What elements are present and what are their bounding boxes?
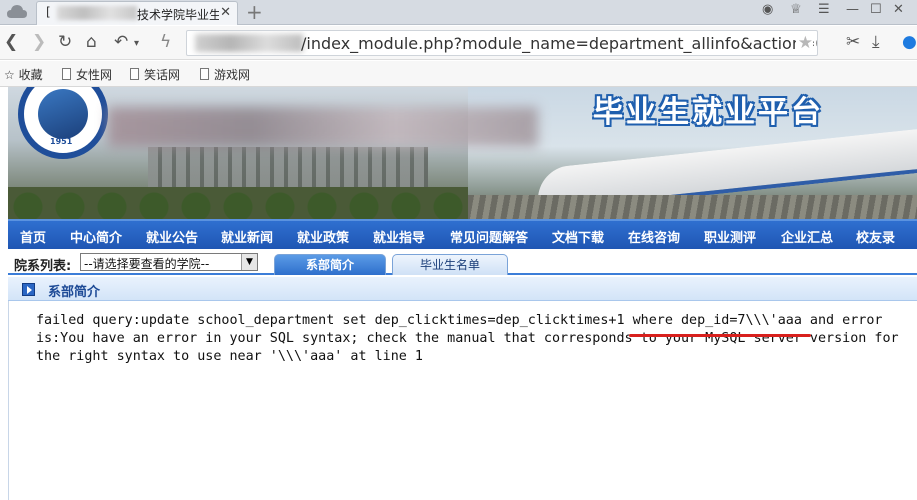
- maximize-icon[interactable]: ☐: [870, 2, 882, 17]
- content-panel: failed query:update school_department se…: [8, 301, 917, 500]
- lightning-icon[interactable]: ϟ: [160, 32, 171, 52]
- menu-icon[interactable]: ☰: [818, 2, 830, 17]
- tab-title-redacted: [57, 6, 137, 20]
- error-line: the right syntax to use near '\\\'aaa' a…: [36, 349, 423, 364]
- star-outline-icon: ☆: [4, 68, 19, 82]
- reload-icon[interactable]: ↻: [58, 32, 72, 52]
- menu-item-career-test[interactable]: 职业测评: [704, 227, 756, 246]
- browser-tab[interactable]: [ 技术学院毕业生 ✕: [36, 1, 238, 25]
- menu-item-news[interactable]: 就业新闻: [221, 227, 273, 246]
- department-select-value: --请选择要查看的学院--: [84, 257, 210, 271]
- menu-item-announcements[interactable]: 就业公告: [146, 227, 198, 246]
- tab-department-intro[interactable]: 系部简介: [274, 254, 386, 275]
- shirt-icon[interactable]: ♕: [790, 2, 802, 17]
- undo-icon[interactable]: ↶: [114, 32, 128, 52]
- menu-item-downloads[interactable]: 文档下载: [552, 227, 604, 246]
- bookmark-item[interactable]: 女性网: [62, 66, 112, 83]
- extension-icon[interactable]: ●: [902, 32, 917, 52]
- bookmark-label: 女性网: [76, 68, 113, 82]
- bookmark-item[interactable]: 游戏网: [200, 66, 250, 83]
- department-select[interactable]: --请选择要查看的学院-- ▼: [80, 253, 258, 271]
- close-window-icon[interactable]: ✕: [893, 2, 904, 17]
- tab-title: 技术学院毕业生: [137, 8, 219, 22]
- browser-tab-strip: [ 技术学院毕业生 ✕ + ◉ ♕ ☰ — ☐ ✕: [0, 0, 917, 25]
- header-banner: 1951 毕业生就业平台: [8, 87, 917, 219]
- home-icon[interactable]: ⌂: [86, 32, 97, 52]
- menu-item-faq[interactable]: 常见问题解答: [450, 227, 528, 246]
- menu-item-home[interactable]: 首页: [20, 227, 46, 246]
- address-bar[interactable]: /index_module.php?module_name=department…: [186, 30, 818, 56]
- minimize-icon[interactable]: —: [846, 2, 859, 17]
- menu-item-online-consult[interactable]: 在线咨询: [628, 227, 680, 246]
- platform-title: 毕业生就业平台: [593, 95, 824, 130]
- department-label: 院系列表:: [14, 259, 72, 274]
- menu-item-companies[interactable]: 企业汇总: [781, 227, 833, 246]
- back-icon[interactable]: ❮: [4, 32, 18, 52]
- page-icon: [62, 68, 71, 80]
- menu-item-center-intro[interactable]: 中心简介: [70, 227, 122, 246]
- tab-bracket: [: [46, 5, 51, 19]
- trees-image: [8, 187, 468, 219]
- main-menu: 首页 中心简介 就业公告 就业新闻 就业政策 就业指导 常见问题解答 文档下载 …: [8, 219, 917, 249]
- section-title: 系部简介: [48, 285, 101, 300]
- bookmark-item[interactable]: 笑话网: [130, 66, 180, 83]
- forward-icon[interactable]: ❯: [32, 32, 46, 52]
- bookmark-label: 笑话网: [144, 68, 181, 82]
- star-icon[interactable]: ★: [795, 33, 813, 53]
- section-header: 系部简介: [8, 277, 917, 301]
- tab-graduate-list[interactable]: 毕业生名单: [392, 254, 508, 275]
- department-toolbar: 院系列表: --请选择要查看的学院-- ▼ 系部简介 毕业生名单: [8, 249, 917, 275]
- sql-error-message: failed query:update school_department se…: [36, 312, 906, 366]
- bookmark-label: 收藏: [18, 68, 43, 82]
- address-text: /index_module.php?module_name=department…: [301, 34, 818, 53]
- menu-item-alumni[interactable]: 校友录: [856, 227, 895, 246]
- bookmark-favorites[interactable]: ☆ 收藏: [4, 66, 43, 83]
- new-tab-icon[interactable]: +: [246, 0, 263, 24]
- menu-item-guidance[interactable]: 就业指导: [373, 227, 425, 246]
- logo-emblem: [38, 89, 88, 139]
- download-icon[interactable]: ⤓: [872, 32, 880, 52]
- menu-item-policy[interactable]: 就业政策: [297, 227, 349, 246]
- play-square-icon: [22, 283, 35, 296]
- page-icon: [130, 68, 139, 80]
- cloud-icon[interactable]: [6, 3, 28, 21]
- school-name-redacted: [108, 107, 538, 147]
- navigation-bar: ❮ ❯ ↻ ⌂ ↶ ▾ ϟ /index_module.php?module_n…: [0, 26, 917, 60]
- logo-year: 1951: [50, 137, 73, 146]
- page-icon: [200, 68, 209, 80]
- rails-image: [468, 195, 917, 219]
- close-icon[interactable]: ✕: [220, 5, 231, 20]
- url-host-redacted: [195, 34, 303, 52]
- red-underline-annotation: [629, 334, 811, 337]
- account-icon[interactable]: ◉: [762, 2, 773, 17]
- bookmark-label: 游戏网: [214, 68, 251, 82]
- chevron-down-icon[interactable]: ▾: [134, 38, 139, 49]
- error-line: failed query:update school_department se…: [36, 313, 883, 328]
- dropdown-arrow-icon[interactable]: ▼: [241, 254, 257, 270]
- bookmark-bar: ☆ 收藏 女性网 笑话网 游戏网: [0, 61, 917, 87]
- scissors-icon[interactable]: ✂: [846, 32, 860, 52]
